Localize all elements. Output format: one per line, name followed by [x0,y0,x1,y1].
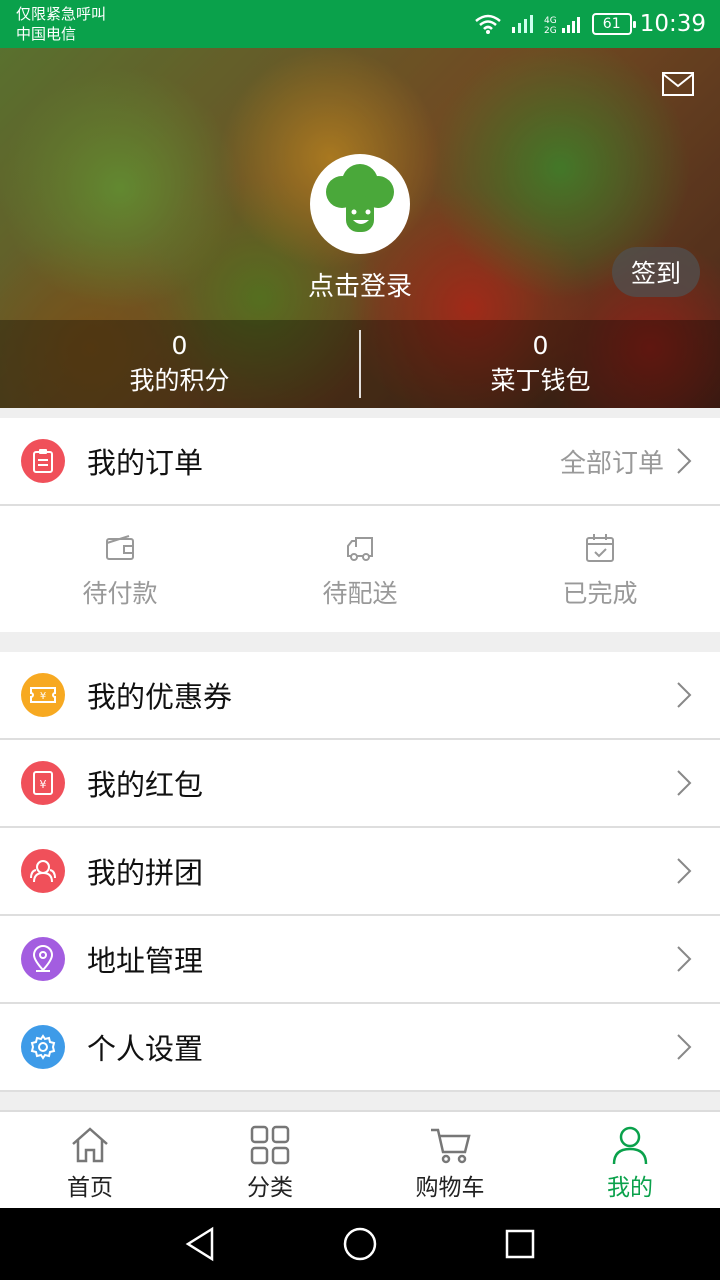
back-button[interactable] [120,1208,280,1280]
red-packet-icon: ¥ [21,761,65,805]
broccoli-avatar-icon [326,164,394,232]
svg-text:¥: ¥ [40,691,46,702]
tab-category[interactable]: 分类 [180,1112,360,1208]
menu-item-label: 地址管理 [87,944,204,978]
tab-cart[interactable]: 购物车 [360,1112,540,1208]
points-value: 0 [171,331,188,360]
menu-item-label: 我的红包 [87,768,204,802]
wallet-value: 0 [532,331,549,360]
stats-bar: 0 我的积分 0 菜丁钱包 [0,320,720,408]
chevron-right-icon [677,770,692,796]
chevron-right-icon [677,448,692,474]
menu-item-label: 我的优惠券 [87,680,233,714]
carrier-info: 仅限紧急呼叫 中国电信 [16,4,106,44]
recents-square-icon [505,1229,535,1259]
tab-me[interactable]: 我的 [540,1112,720,1208]
pending-payment-tab[interactable]: 待付款 [0,506,240,632]
home-icon [72,1127,108,1163]
status-icons: 4G 2G 61 10:39 [474,8,706,40]
svg-text:¥: ¥ [40,778,47,791]
pending-delivery-tab[interactable]: 待配送 [240,506,480,632]
menu-item-coupons[interactable]: ¥ 我的优惠券 [0,652,720,740]
menu-item-red-packets[interactable]: ¥ 我的红包 [0,740,720,828]
chevron-right-icon [677,682,692,708]
svg-text:4G: 4G [544,16,557,26]
recents-button[interactable] [440,1208,600,1280]
points-stat[interactable]: 0 我的积分 [0,320,359,408]
svg-text:2G: 2G [544,26,557,35]
my-orders-row[interactable]: 我的订单 全部订单 [0,418,720,506]
tab-label: 购物车 [415,1175,485,1201]
order-status-tabs: 待付款 待配送 已完成 [0,506,720,632]
wallet-icon [106,535,134,560]
wallet-label: 菜丁钱包 [490,366,591,395]
settings-icon [21,1025,65,1069]
tab-home[interactable]: 首页 [0,1112,180,1208]
location-icon [21,937,65,981]
carrier-name: 中国电信 [16,25,77,43]
points-label: 我的积分 [129,366,230,395]
pending-payment-label: 待付款 [82,579,158,608]
order-clipboard-icon [21,439,65,483]
bottom-tab-bar: 首页 分类 购物车 我的 [0,1110,720,1208]
checkin-button[interactable]: 签到 [612,247,700,297]
signal-icon [511,15,533,33]
mail-icon[interactable] [662,72,694,96]
all-orders-link[interactable]: 全部订单 [560,443,664,480]
category-icon [250,1125,290,1165]
profile-header: 点击登录 签到 0 我的积分 0 菜丁钱包 [0,48,720,408]
menu-item-group-buy[interactable]: 我的拼团 [0,828,720,916]
signal-4g-icon: 4G2G [544,16,580,35]
menu-item-label: 个人设置 [87,1032,204,1066]
chevron-right-icon [677,1034,692,1060]
menu-item-address[interactable]: 地址管理 [0,916,720,1004]
truck-icon [347,537,373,561]
home-button[interactable] [280,1208,440,1280]
user-icon [612,1126,648,1165]
coupon-icon: ¥ [21,673,65,717]
clock: 10:39 [639,11,706,37]
wifi-icon [474,14,501,34]
menu-item-label: 我的拼团 [87,856,204,890]
completed-tab[interactable]: 已完成 [480,506,720,632]
menu-item-settings[interactable]: 个人设置 [0,1004,720,1092]
orders-section: 我的订单 全部订单 待付款 待配送 已完成 [0,418,720,632]
avatar[interactable] [310,154,410,254]
battery-level: 61 [602,16,621,32]
tab-label: 我的 [607,1175,653,1201]
emergency-only-text: 仅限紧急呼叫 [16,5,107,23]
completed-label: 已完成 [562,579,638,608]
battery-icon: 61 [591,13,636,35]
chevron-right-icon [677,946,692,972]
pending-delivery-label: 待配送 [322,579,398,608]
home-circle-icon [343,1227,377,1261]
tab-label: 首页 [67,1175,113,1201]
system-nav-bar [0,1208,720,1280]
wallet-stat[interactable]: 0 菜丁钱包 [361,320,720,408]
chevron-right-icon [677,858,692,884]
tab-label: 分类 [247,1175,293,1201]
back-triangle-icon [185,1226,214,1262]
cart-icon [431,1128,471,1164]
group-icon [21,849,65,893]
calendar-check-icon [586,534,614,562]
my-orders-label: 我的订单 [87,446,204,480]
status-bar: 仅限紧急呼叫 中国电信 4G 2G 61 10:39 [0,0,720,48]
